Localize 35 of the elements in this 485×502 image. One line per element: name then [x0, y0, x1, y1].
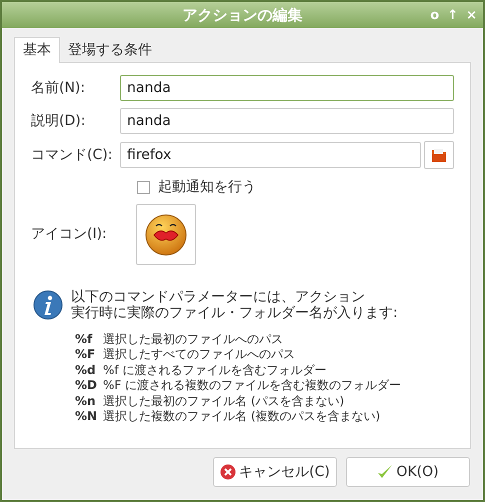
tab[interactable]: 基本 [14, 37, 60, 63]
checkbox-label: 起動通知を行う [158, 178, 256, 197]
input-field[interactable]: nanda [120, 75, 454, 101]
parameter-description: %F に渡される複数のファイルを含む複数のフォルダー [103, 377, 402, 394]
ok-button[interactable]: OK(O) [346, 457, 470, 487]
parameter-description: 選択した複数のファイル名 (複数のパスを含まない) [103, 408, 380, 426]
cancel-icon [220, 464, 236, 480]
field-label: アイコン(I): [31, 225, 108, 244]
info-text: 以下のコマンドパラメーターには、アクション [71, 289, 366, 305]
input-field[interactable]: firefox [120, 142, 422, 168]
browse-button[interactable] [424, 141, 454, 169]
field-label: コマンド(C): [31, 146, 114, 164]
window-title: アクションの編集 [182, 4, 302, 26]
info-text: 実行時に実際のファイル・フォルダー名が入ります: [71, 305, 398, 321]
field-label: 説明(D): [31, 112, 86, 130]
cancel-button[interactable]: キャンセル(C) [213, 457, 337, 487]
info-icon [33, 290, 63, 320]
kiss-face-icon [145, 214, 187, 256]
checkbox[interactable] [137, 181, 150, 194]
parameter-code: %f [75, 330, 94, 348]
icon-button[interactable] [136, 204, 196, 265]
folder-icon [431, 147, 448, 163]
input-field[interactable]: nanda [120, 108, 454, 134]
parameter-code: %F [75, 346, 96, 364]
check-icon [377, 464, 394, 480]
parameter-code: %N [75, 408, 98, 426]
parameter-description: 選択した最初のファイルへのパス [103, 330, 283, 348]
field-label: 名前(N): [31, 78, 86, 98]
parameter-description: 選択した最初のファイル名 (パスを含まない) [103, 392, 344, 410]
parameter-code: %n [75, 392, 97, 410]
parameter-code: %D [75, 377, 98, 394]
parameter-code: %d [75, 362, 97, 379]
parameter-description: %f に渡されるファイルを含むフォルダー [103, 362, 326, 379]
parameter-description: 選択したすべてのファイルへのパス [103, 346, 295, 364]
tab[interactable]: 登場する条件 [60, 38, 160, 62]
